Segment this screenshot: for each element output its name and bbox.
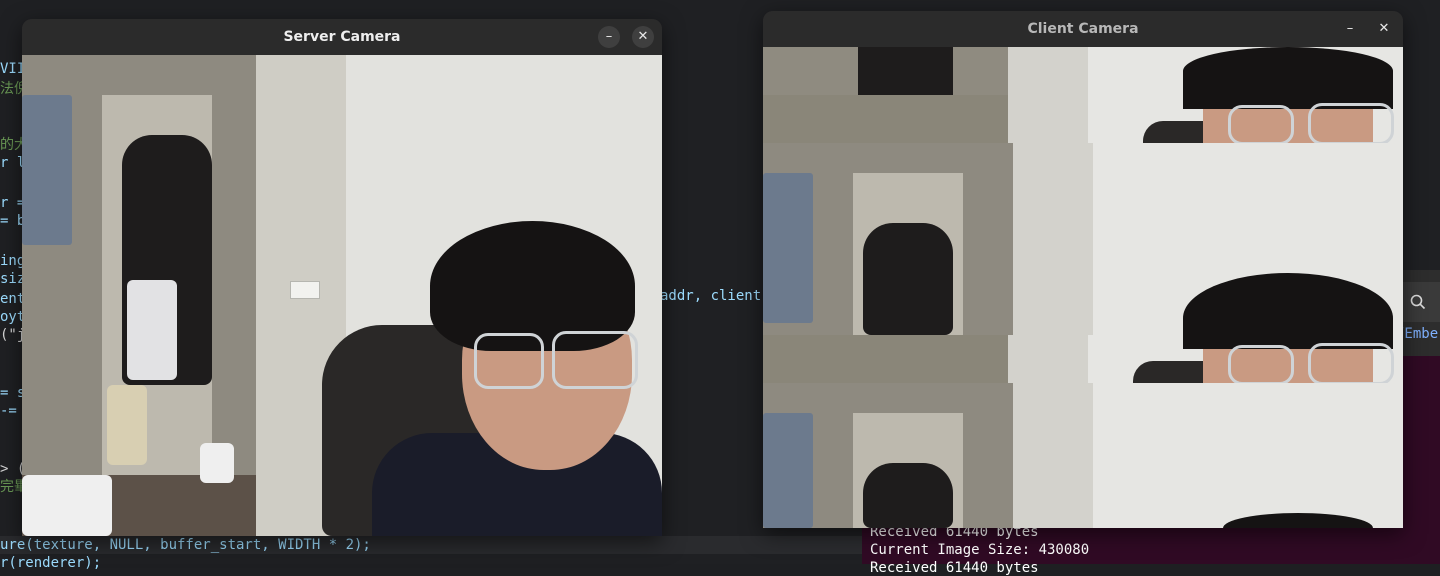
- camera-feed: [763, 47, 1403, 528]
- camera-image-strip: [763, 383, 1403, 528]
- client-camera-titlebar[interactable]: Client Camera – ✕: [763, 11, 1403, 47]
- minimize-icon: –: [1346, 21, 1354, 36]
- camera-image-strip: [763, 335, 1403, 383]
- camera-image-strip: [763, 143, 1403, 335]
- close-button[interactable]: ✕: [1373, 18, 1395, 40]
- camera-image: [22, 55, 662, 536]
- minimize-button[interactable]: –: [598, 26, 620, 48]
- window-title: Client Camera: [1027, 21, 1139, 37]
- camera-feed: [22, 55, 662, 536]
- camera-image-strip: [763, 47, 1403, 95]
- close-icon: ✕: [637, 29, 649, 44]
- terminal-output-line: Received 61440 bytes: [870, 560, 1039, 576]
- close-button[interactable]: ✕: [632, 26, 654, 48]
- close-icon: ✕: [1378, 21, 1390, 36]
- search-icon: [1410, 294, 1426, 310]
- client-camera-window[interactable]: Client Camera – ✕: [763, 11, 1403, 528]
- terminal-output-line: Current Image Size: 430080: [870, 542, 1090, 558]
- camera-image-strip: [763, 95, 1403, 143]
- code-line: ure(texture, NULL, buffer_start, WIDTH *…: [0, 537, 371, 553]
- window-title: Server Camera: [283, 29, 401, 45]
- code-fragment: -=: [0, 403, 17, 419]
- minimize-button[interactable]: –: [1339, 18, 1361, 40]
- code-line: r(renderer);: [0, 555, 102, 571]
- server-camera-titlebar[interactable]: Server Camera – ✕: [22, 19, 662, 55]
- server-camera-window[interactable]: Server Camera – ✕: [22, 19, 662, 536]
- minimize-icon: –: [605, 29, 613, 44]
- code-fragment-right: addr, client: [660, 288, 762, 304]
